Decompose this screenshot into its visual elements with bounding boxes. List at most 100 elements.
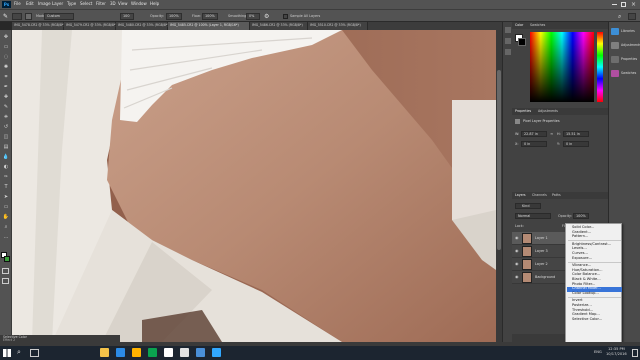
brush-preset-picker[interactable] <box>12 13 22 20</box>
h-field[interactable]: 15.51 in <box>563 131 589 137</box>
visibility-eye-icon[interactable]: ◉ <box>515 262 519 266</box>
shape-tool-icon[interactable]: ▭ <box>2 204 10 210</box>
windows-start-icon[interactable] <box>3 349 11 357</box>
search-icon[interactable]: ⌕ <box>618 13 625 20</box>
marquee-tool-icon[interactable]: ▭ <box>2 44 10 50</box>
eraser-tool-icon[interactable]: ◫ <box>2 134 10 140</box>
mode-select[interactable]: Custom <box>44 13 74 20</box>
history-brush-tool-icon[interactable]: ↺ <box>2 124 10 130</box>
visibility-eye-icon[interactable]: ◉ <box>515 275 519 279</box>
menu-help[interactable]: Help <box>150 2 159 6</box>
brush-tool-icon[interactable]: ✎ <box>3 13 10 20</box>
menu-image[interactable]: Image <box>38 2 51 6</box>
adjustment-menu-item[interactable]: Selective Color... <box>572 317 602 322</box>
more-tool-icon[interactable]: … <box>2 234 10 240</box>
healing-tool-icon[interactable]: ✚ <box>2 94 10 100</box>
actions-icon[interactable] <box>505 38 511 44</box>
close-icon[interactable]: × <box>631 0 638 9</box>
menu-view[interactable]: View <box>118 2 128 6</box>
background-color[interactable] <box>4 256 10 262</box>
menu-3d[interactable]: 3D <box>110 2 116 6</box>
scroll-thumb[interactable] <box>497 70 501 250</box>
stamp-tool-icon[interactable]: ⎈ <box>2 114 10 120</box>
mini-panel-libraries[interactable]: Libraries <box>611 27 639 37</box>
bg-color-swatch[interactable] <box>518 38 526 46</box>
workspace-icon[interactable] <box>628 13 636 20</box>
crop-tool-icon[interactable]: ⌗ <box>2 74 10 80</box>
brush-settings-icon[interactable] <box>25 13 32 20</box>
menu-filter[interactable]: Filter <box>96 2 106 6</box>
quick-mask-icon[interactable] <box>2 268 9 274</box>
color-hue-slider[interactable] <box>597 32 603 102</box>
chrome-icon[interactable] <box>164 348 173 357</box>
mini-panel-swatches[interactable]: Swatches <box>611 69 639 79</box>
menu-layer[interactable]: Layer <box>52 2 63 6</box>
excel-icon[interactable] <box>148 348 157 357</box>
file-explorer-icon[interactable] <box>100 348 109 357</box>
size-field[interactable]: 100 <box>120 13 134 20</box>
document-tab[interactable]: IMG_5480.CR2 @ 33% (RGB/8*) <box>116 22 169 30</box>
lasso-tool-icon[interactable]: ◌ <box>2 54 10 60</box>
eyedropper-tool-icon[interactable]: ✒ <box>2 84 10 90</box>
screen-mode-icon[interactable] <box>2 278 9 284</box>
menu-window[interactable]: Window <box>131 2 147 6</box>
folder-icon[interactable] <box>132 348 141 357</box>
smoothing-field[interactable]: 0% <box>246 13 260 20</box>
brush-tool-icon[interactable]: ✎ <box>2 104 10 110</box>
sample-all-checkbox[interactable] <box>283 14 288 19</box>
blend-mode-select[interactable]: Normal <box>515 213 551 219</box>
zoom-tool-icon[interactable]: ⌕ <box>2 224 10 230</box>
layer-opacity-field[interactable]: 100% <box>573 213 589 219</box>
menu-file[interactable]: File <box>14 2 21 6</box>
menu-edit[interactable]: Edit <box>26 2 34 6</box>
notifications-icon[interactable] <box>632 349 638 357</box>
canvas[interactable] <box>12 30 496 342</box>
move-tool-icon[interactable]: ✥ <box>2 34 10 40</box>
settings-gear-icon[interactable]: ⚙ <box>264 13 271 20</box>
document-tab[interactable]: IMG_5510.CR2 @ 33% (RGB/8*) <box>308 22 368 30</box>
language-indicator[interactable]: ENG <box>594 350 602 355</box>
mini-panel-adjustments[interactable]: Adjustments <box>611 41 640 51</box>
tab-adjustments[interactable]: Adjustments <box>538 109 558 113</box>
hand-tool-icon[interactable]: ✋ <box>2 214 10 220</box>
adjustment-menu-item[interactable]: Exposure... <box>572 256 592 261</box>
opacity-field[interactable]: 100% <box>166 13 182 20</box>
history-icon[interactable] <box>505 27 511 33</box>
app-icon[interactable] <box>180 348 189 357</box>
kind-filter[interactable]: Kind <box>515 203 541 209</box>
flow-field[interactable]: 100% <box>202 13 218 20</box>
quick-select-tool-icon[interactable]: ✺ <box>2 64 10 70</box>
search-taskbar-icon[interactable]: ⌕ <box>17 348 26 357</box>
tab-layers[interactable]: Layers <box>515 193 526 197</box>
brush-panel-icon[interactable] <box>505 49 511 55</box>
menu-select[interactable]: Select <box>80 2 92 6</box>
tab-swatches[interactable]: Swatches <box>530 23 545 27</box>
tab-channels[interactable]: Channels <box>532 193 547 197</box>
gradient-tool-icon[interactable]: ▤ <box>2 144 10 150</box>
tab-properties[interactable]: Properties <box>515 109 531 113</box>
document-tab[interactable]: IMG_5486.CR2 @ 33% (RGB/8*) <box>250 22 308 30</box>
y-field[interactable]: 0 in <box>563 141 589 147</box>
tab-effect[interactable]: Effect 2 <box>3 338 15 342</box>
link-icon[interactable]: ∞ <box>550 131 555 137</box>
maximize-icon[interactable] <box>621 2 626 7</box>
clock-date[interactable]: 10/17/2016 <box>606 352 627 357</box>
blur-tool-icon[interactable]: 💧 <box>2 154 10 160</box>
visibility-eye-icon[interactable]: ◉ <box>515 236 519 240</box>
photoshop-taskbar-icon[interactable] <box>212 348 221 357</box>
path-select-tool-icon[interactable]: ➤ <box>2 194 10 200</box>
document-tab[interactable]: IMG_5478.CR2 @ 33% (RGB/8*) <box>12 22 65 30</box>
minimize-icon[interactable] <box>612 4 617 5</box>
menu-type[interactable]: Type <box>67 2 76 6</box>
type-tool-icon[interactable]: T <box>2 184 10 190</box>
media-icon[interactable] <box>196 348 205 357</box>
color-picker-field[interactable] <box>530 32 594 102</box>
dodge-tool-icon[interactable]: ◐ <box>2 164 10 170</box>
visibility-eye-icon[interactable]: ◉ <box>515 249 519 253</box>
document-tab[interactable]: IMG_5485.CR2 @ 100% (Layer 1, RGB/16*) <box>168 22 250 30</box>
adjustment-menu-item[interactable]: Pattern... <box>572 235 588 239</box>
tab-color[interactable]: Color <box>515 23 523 27</box>
mini-panel-properties[interactable]: Properties <box>611 55 639 65</box>
x-field[interactable]: 0 in <box>521 141 547 147</box>
document-tab[interactable]: IMG_5479.CR2 @ 33% (RGB/8*) <box>64 22 117 30</box>
